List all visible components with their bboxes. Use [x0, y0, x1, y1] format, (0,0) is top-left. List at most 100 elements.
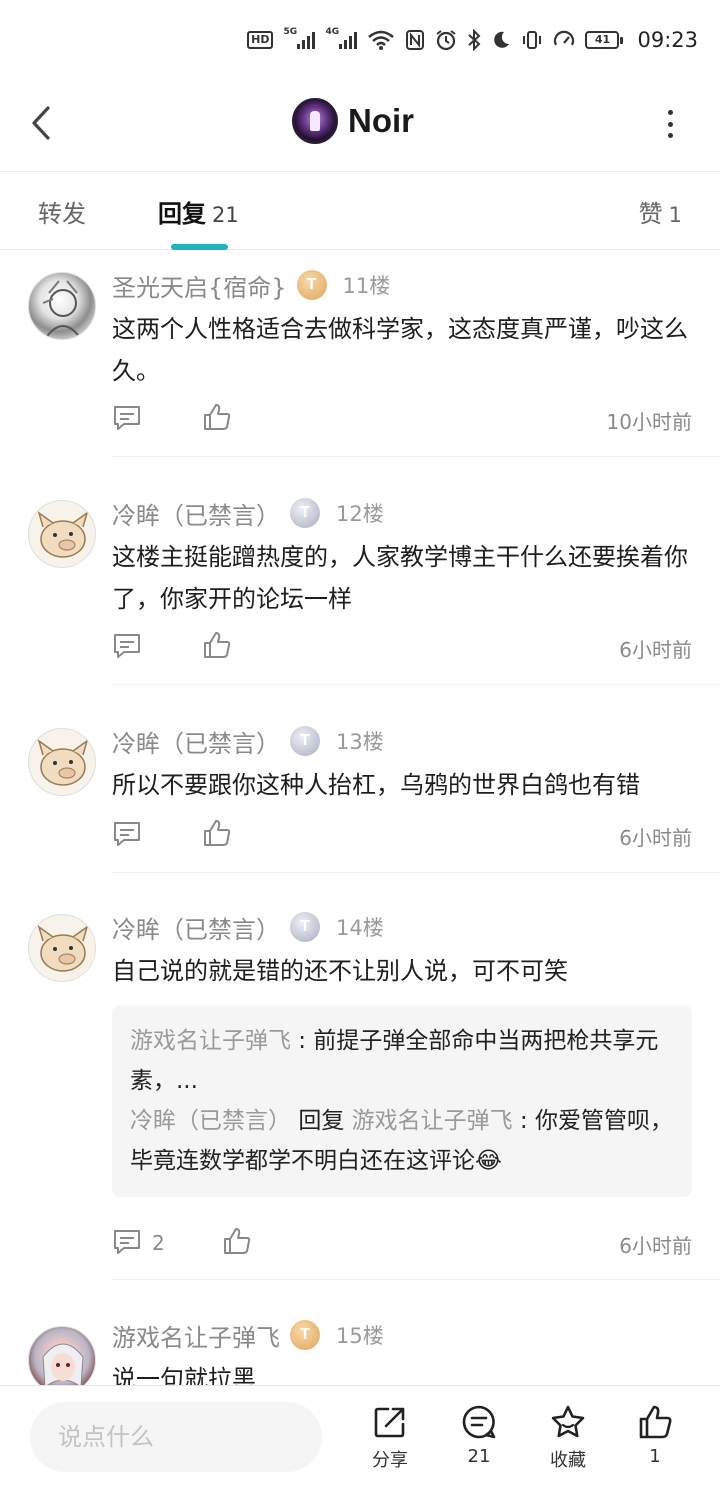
favorite-button[interactable]: 收藏 — [533, 1404, 603, 1472]
tab-forward-label: 转发 — [38, 200, 86, 228]
moon-icon — [491, 30, 511, 50]
author-avatar[interactable] — [292, 98, 338, 144]
comment-item: 冷眸（已禁言） T 12楼 这楼主挺能蹭热度的，人家教学博主干什么还要挨着你了，… — [0, 478, 720, 686]
back-button[interactable] — [24, 102, 60, 144]
reply-icon[interactable] — [112, 1228, 142, 1256]
reply-target-username[interactable]: 游戏名让子弹飞 — [352, 1108, 513, 1134]
header-bar: Noir — [0, 80, 720, 172]
avatar[interactable] — [28, 500, 96, 568]
tab-forward[interactable]: 转发 — [38, 194, 86, 229]
comment-header: 游戏名让子弹飞 T 15楼 — [112, 1318, 384, 1352]
more-dots-icon — [667, 110, 673, 138]
tab-like-count: 1 — [668, 203, 682, 227]
signal-4g-icon: 4G — [325, 27, 358, 49]
comment-actions: 2 6小时前 — [112, 1226, 692, 1262]
username[interactable]: 游戏名让子弹飞 — [112, 1318, 280, 1353]
comment-actions: 10小时前 — [112, 402, 692, 438]
comment-text[interactable]: 说一句就拉黑 — [112, 1358, 697, 1385]
like-icon[interactable] — [202, 630, 232, 660]
reply-keyword: 回复 — [298, 1108, 345, 1134]
floor-number: 11楼 — [342, 274, 391, 298]
comment-input[interactable] — [30, 1402, 322, 1472]
nfc-icon — [405, 29, 425, 51]
sub-reply[interactable]: 游戏名让子弹飞 : 前提子弹全部命中当两把枪共享元素，... — [130, 1021, 674, 1101]
avatar[interactable] — [28, 272, 96, 340]
comment-header: 圣光天启{宿命} T 11楼 — [112, 268, 390, 302]
sub-reply[interactable]: 冷眸（已禁言） 回复 游戏名让子弹飞 : 你爱管管呗，毕竟连数学都学不明白还在这… — [130, 1101, 674, 1181]
share-label: 分享 — [372, 1450, 408, 1471]
comments-button[interactable]: 21 — [444, 1404, 514, 1467]
bottom-bar: 分享 21 收藏 1 — [0, 1385, 720, 1485]
tab-like[interactable]: 赞1 — [639, 194, 682, 229]
comment-item: 圣光天启{宿命} T 11楼 这两个人性格适合去做科学家，这态度真严谨，吵这么久… — [0, 250, 720, 458]
username[interactable]: 冷眸（已禁言） — [112, 724, 280, 759]
divider — [112, 1279, 720, 1280]
sub-replies-box[interactable]: 游戏名让子弹飞 : 前提子弹全部命中当两把枪共享元素，... 冷眸（已禁言） 回… — [112, 1005, 692, 1197]
wifi-icon — [367, 30, 395, 50]
reply-icon[interactable] — [112, 404, 142, 432]
floor-number: 14楼 — [336, 916, 384, 940]
floor-number: 15楼 — [336, 1324, 384, 1348]
tab-reply-label: 回复 — [158, 200, 206, 228]
level-badge-icon: T — [290, 498, 320, 528]
username[interactable]: 冷眸（已禁言） — [112, 496, 280, 531]
favorite-label: 收藏 — [550, 1450, 586, 1471]
reply-icon[interactable] — [112, 820, 142, 848]
comment-item: 冷眸（已禁言） T 14楼 自己说的就是错的还不让别人说，可不可笑 游戏名让子弹… — [0, 892, 720, 1280]
like-icon[interactable] — [202, 818, 232, 848]
signal-5g-icon: 5G — [283, 27, 316, 49]
tab-like-label: 赞 — [638, 200, 663, 228]
avatar[interactable] — [28, 1326, 96, 1385]
tab-reply-count: 21 — [212, 203, 239, 227]
comment-item: 冷眸（已禁言） T 13楼 所以不要跟你这种人抬杠，乌鸦的世界白鸽也有错 6小时… — [0, 706, 720, 873]
comment-header: 冷眸（已禁言） T 13楼 — [112, 724, 384, 758]
title-group[interactable]: Noir — [292, 98, 414, 144]
timestamp: 10小时前 — [606, 410, 692, 434]
floor-number: 12楼 — [336, 502, 384, 526]
divider — [112, 872, 720, 873]
comment-text[interactable]: 这两个人性格适合去做科学家，这态度真严谨，吵这么久。 — [112, 308, 697, 392]
comment-actions: 6小时前 — [112, 818, 692, 854]
like-icon[interactable] — [222, 1226, 252, 1256]
level-badge-icon: T — [290, 1320, 320, 1350]
comment-text[interactable]: 这楼主挺能蹭热度的，人家教学博主干什么还要挨着你了，你家开的论坛一样 — [112, 536, 697, 620]
vibrate-icon — [521, 29, 543, 51]
username[interactable]: 圣光天启{宿命} — [112, 268, 287, 303]
floor-number: 13楼 — [336, 730, 384, 754]
avatar[interactable] — [28, 914, 96, 982]
sub-reply-username[interactable]: 冷眸（已禁言） — [130, 1108, 291, 1134]
divider — [112, 684, 720, 685]
back-arrow-icon — [32, 106, 50, 140]
comment-text[interactable]: 自己说的就是错的还不让别人说，可不可笑 — [112, 950, 697, 992]
speed-icon — [553, 29, 575, 51]
like-post-button[interactable]: 1 — [620, 1404, 690, 1467]
status-icons: HD 5G 4G 41 09:23 — [247, 27, 698, 52]
share-button[interactable]: 分享 — [355, 1404, 425, 1472]
tab-reply[interactable]: 回复 21 — [158, 194, 239, 229]
reply-icon[interactable] — [112, 632, 142, 660]
like-icon[interactable] — [202, 402, 232, 432]
comment-text[interactable]: 所以不要跟你这种人抬杠，乌鸦的世界白鸽也有错 — [112, 764, 697, 806]
level-badge-icon: T — [290, 912, 320, 942]
reply-count: 2 — [152, 1231, 165, 1255]
battery-icon: 41 — [585, 31, 624, 49]
sub-reply-username[interactable]: 游戏名让子弹飞 — [130, 1028, 291, 1054]
status-bar: HD 5G 4G 41 09:23 — [0, 0, 720, 80]
divider — [112, 456, 720, 457]
timestamp: 6小时前 — [619, 1234, 692, 1258]
clock: 09:23 — [637, 28, 698, 52]
like-count: 1 — [649, 1446, 661, 1467]
username[interactable]: 冷眸（已禁言） — [112, 910, 280, 945]
comment-actions: 6小时前 — [112, 630, 692, 666]
level-badge-icon: T — [290, 726, 320, 756]
comment-header: 冷眸（已禁言） T 12楼 — [112, 496, 384, 530]
comment-header: 冷眸（已禁言） T 14楼 — [112, 910, 384, 944]
share-icon — [374, 1407, 405, 1438]
more-button[interactable] — [658, 106, 682, 142]
alarm-icon — [435, 29, 457, 51]
comment-input-wrapper[interactable] — [30, 1402, 322, 1472]
timestamp: 6小时前 — [619, 638, 692, 662]
page-title: Noir — [348, 102, 414, 139]
thumbs-up-icon — [639, 1405, 672, 1439]
avatar[interactable] — [28, 728, 96, 796]
